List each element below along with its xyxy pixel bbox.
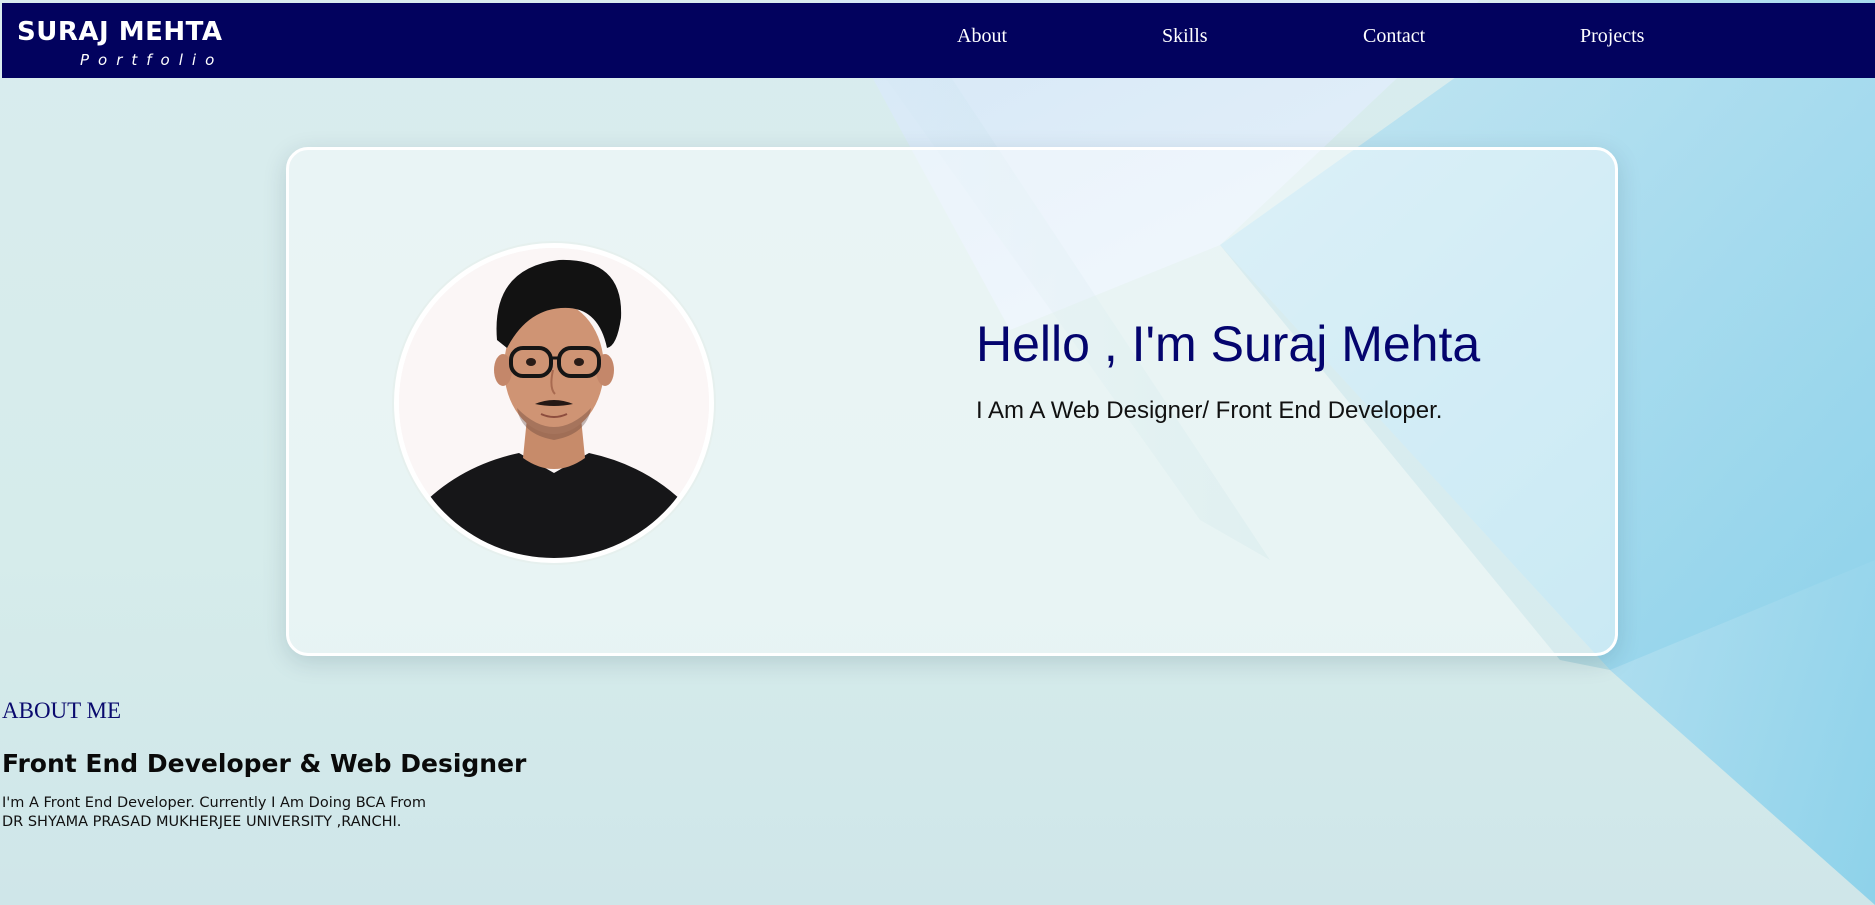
profile-photo-avatar xyxy=(394,243,714,563)
brand-title[interactable]: SURAJ MEHTA xyxy=(17,17,222,47)
about-heading: ABOUT ME xyxy=(2,698,122,723)
hero-title: Hello , I'm Suraj Mehta xyxy=(976,316,1481,372)
about-line-2: DR SHYAMA PRASAD MUKHERJEE UNIVERSITY ,R… xyxy=(2,814,402,830)
nav-contact-link[interactable]: Contact xyxy=(1363,25,1425,48)
profile-photo-icon xyxy=(399,248,709,558)
about-description: I'm A Front End Developer. Currently I A… xyxy=(2,794,426,832)
about-line-1: I'm A Front End Developer. Currently I A… xyxy=(2,795,426,811)
brand-subtitle: Portfolio xyxy=(80,51,224,69)
nav-skills-link[interactable]: Skills xyxy=(1162,25,1208,48)
nav-about-link[interactable]: About xyxy=(957,25,1007,48)
nav-projects-link[interactable]: Projects xyxy=(1580,25,1644,48)
hero-subtitle: I Am A Web Designer/ Front End Developer… xyxy=(976,397,1443,424)
about-title: Front End Developer & Web Designer xyxy=(2,749,527,778)
hero-card: Hello , I'm Suraj Mehta I Am A Web Desig… xyxy=(286,147,1618,656)
top-navbar: SURAJ MEHTA Portfolio About Skills Conta… xyxy=(2,3,1875,78)
